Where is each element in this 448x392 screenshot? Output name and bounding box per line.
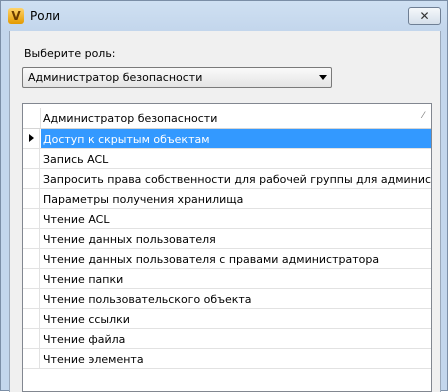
row-header-cell[interactable] xyxy=(23,269,40,288)
chevron-down-icon xyxy=(319,75,327,80)
table-row[interactable]: Чтение пользовательского объекта xyxy=(23,289,431,309)
current-row-arrow-icon xyxy=(29,134,34,142)
table-row[interactable]: Запись ACL xyxy=(23,149,431,169)
table-row[interactable]: Чтение ACL xyxy=(23,209,431,229)
table-row[interactable]: Запросить права собственности для рабоче… xyxy=(23,169,431,189)
row-header-cell[interactable] xyxy=(23,129,40,148)
table-row[interactable]: Чтение ссылки xyxy=(23,309,431,329)
role-dropdown-value: Администратор безопасности xyxy=(28,71,203,84)
table-row[interactable]: Чтение папки xyxy=(23,269,431,289)
permission-cell[interactable]: Чтение данных пользователя xyxy=(41,229,431,248)
permissions-grid[interactable]: Администратор безопасности ⁄ Доступ к ск… xyxy=(22,103,432,392)
permission-cell[interactable]: Чтение ACL xyxy=(41,209,431,228)
row-header-cell[interactable] xyxy=(23,329,40,348)
table-row[interactable]: Параметры получения хранилища xyxy=(23,189,431,209)
sort-icon: ⁄ xyxy=(422,111,424,121)
close-icon: ✕ xyxy=(419,9,430,23)
permission-cell[interactable]: Чтение данных пользователя с правами адм… xyxy=(41,249,431,268)
row-header-cell[interactable] xyxy=(23,349,40,368)
table-row[interactable]: Чтение данных пользователя с правами адм… xyxy=(23,249,431,269)
permission-cell[interactable]: Чтение папки xyxy=(41,269,431,288)
row-header-cell[interactable] xyxy=(23,289,40,308)
permission-cell[interactable]: Запросить права собственности для рабоче… xyxy=(41,169,431,188)
vault-app-icon: V xyxy=(8,8,24,24)
row-header-cell[interactable] xyxy=(23,209,40,228)
permission-cell[interactable]: Чтение элемента xyxy=(41,349,431,368)
dialog-body: Выберите роль: Администратор безопасност… xyxy=(9,31,441,392)
permission-cell[interactable]: Чтение ссылки xyxy=(41,309,431,328)
table-row[interactable]: Чтение файла xyxy=(23,329,431,349)
row-header-cell[interactable] xyxy=(23,169,40,188)
permission-cell[interactable]: Параметры получения хранилища xyxy=(41,189,431,208)
column-header-role[interactable]: Администратор безопасности xyxy=(43,112,217,125)
header-divider xyxy=(40,108,41,128)
table-row[interactable]: Чтение данных пользователя xyxy=(23,229,431,249)
title-bar[interactable]: V Роли ✕ xyxy=(1,1,447,31)
permission-cell[interactable]: Чтение файла xyxy=(41,329,431,348)
row-header-cell[interactable] xyxy=(23,249,40,268)
row-header-cell[interactable] xyxy=(23,229,40,248)
window-title: Роли xyxy=(30,9,61,23)
row-header-cell[interactable] xyxy=(23,189,40,208)
row-header-cell[interactable] xyxy=(23,149,40,168)
grid-header: Администратор безопасности ⁄ xyxy=(23,108,431,129)
row-header-cell[interactable] xyxy=(23,309,40,328)
roles-dialog: V Роли ✕ Выберите роль: Администратор бе… xyxy=(0,0,448,392)
close-button[interactable]: ✕ xyxy=(408,7,441,25)
permission-cell[interactable]: Запись ACL xyxy=(41,149,431,168)
role-select-label: Выберите роль: xyxy=(24,47,116,60)
permission-cell[interactable]: Чтение пользовательского объекта xyxy=(41,289,431,308)
role-dropdown[interactable]: Администратор безопасности xyxy=(22,67,332,88)
table-row[interactable]: Чтение элемента xyxy=(23,349,431,369)
permission-cell[interactable]: Доступ к скрытым объектам xyxy=(41,129,431,148)
table-row[interactable]: Доступ к скрытым объектам xyxy=(23,129,431,149)
